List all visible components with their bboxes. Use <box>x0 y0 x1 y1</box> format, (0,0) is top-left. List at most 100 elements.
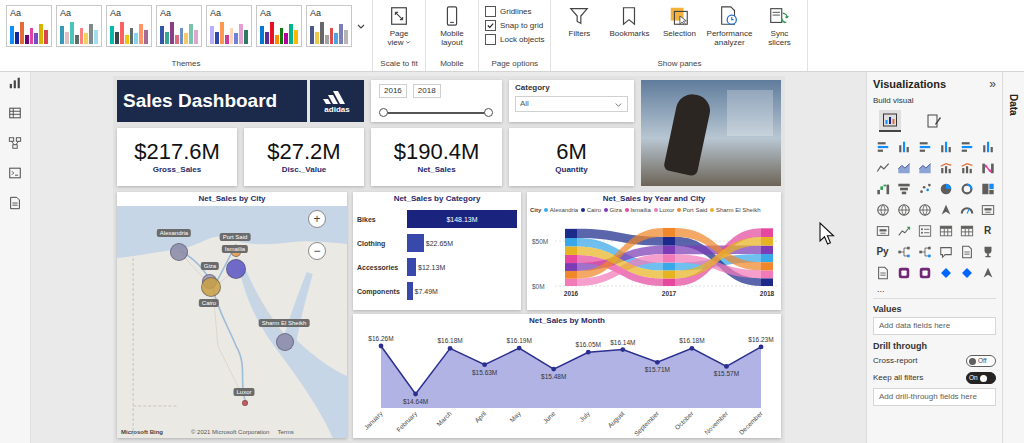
checkbox[interactable] <box>485 34 496 45</box>
ribbon-bar-segment[interactable] <box>663 237 675 246</box>
visual-type-button[interactable] <box>957 263 976 282</box>
legend-item[interactable]: Giza <box>604 206 622 214</box>
line-point[interactable] <box>551 367 556 372</box>
bar[interactable] <box>407 282 413 300</box>
visual-type-button[interactable] <box>873 200 892 219</box>
year-from-input[interactable]: 2016 <box>379 84 407 98</box>
visual-type-button[interactable] <box>873 137 892 156</box>
theme-thumbnail[interactable]: Aa <box>56 5 102 47</box>
legend-item[interactable]: Port Said <box>677 206 707 214</box>
slider-handle[interactable] <box>484 108 493 117</box>
theme-thumbnail[interactable]: Aa <box>156 5 202 47</box>
visual-type-button[interactable] <box>894 200 913 219</box>
view-button[interactable] <box>5 76 25 92</box>
visual-type-button[interactable] <box>915 179 934 198</box>
ribbon-bar-segment[interactable] <box>565 255 577 263</box>
ribbon-bar-segment[interactable] <box>663 254 675 262</box>
drill-through-field-well[interactable]: Add drill-through fields here <box>873 388 996 406</box>
visual-type-button[interactable] <box>915 158 934 177</box>
ribbon-bar-segment[interactable] <box>761 270 773 278</box>
visual-type-button[interactable] <box>915 263 934 282</box>
theme-thumbnail[interactable]: Aa <box>206 5 252 47</box>
data-pane-tab[interactable]: Data <box>1002 72 1024 443</box>
ribbon-bar-segment[interactable] <box>565 263 577 271</box>
visual-type-button[interactable] <box>957 137 976 156</box>
checkbox-row[interactable]: Gridlines <box>485 6 532 17</box>
visual-type-button[interactable] <box>936 158 955 177</box>
visual-type-button[interactable] <box>957 242 976 261</box>
visual-type-button[interactable] <box>978 242 997 261</box>
visual-type-button[interactable] <box>894 179 913 198</box>
checkbox-row[interactable]: Lock objects <box>485 34 544 45</box>
toggle-switch[interactable]: On <box>966 372 996 384</box>
checkbox[interactable] <box>485 20 496 31</box>
visual-type-button[interactable] <box>978 158 997 177</box>
theme-thumbnail[interactable]: Aa <box>6 5 52 47</box>
visual-type-button[interactable] <box>936 200 955 219</box>
visual-type-button[interactable] <box>915 221 934 240</box>
visual-type-button[interactable] <box>957 158 976 177</box>
ribbon-bar-segment[interactable] <box>663 263 675 271</box>
visual-type-button[interactable] <box>957 179 976 198</box>
ribbon-bar-segment[interactable] <box>761 237 773 246</box>
visual-type-button[interactable] <box>894 137 913 156</box>
visual-type-button[interactable] <box>915 137 934 156</box>
ribbon[interactable] <box>675 228 761 270</box>
line-point[interactable] <box>724 364 729 369</box>
theme-thumbnail[interactable]: Aa <box>306 5 352 47</box>
bar[interactable] <box>407 258 416 276</box>
legend-item[interactable]: Alexandria <box>544 206 578 214</box>
line-point[interactable] <box>586 350 591 355</box>
theme-thumbnail[interactable]: Aa <box>256 5 302 47</box>
view-button[interactable] <box>5 136 25 152</box>
visual-type-button[interactable] <box>873 158 892 177</box>
line-point[interactable] <box>690 346 695 351</box>
theme-thumbnail[interactable]: Aa <box>106 5 152 47</box>
visual-type-button[interactable] <box>936 221 955 240</box>
map-canvas[interactable]: AlexandriaPort SaidIsmailiaGizaCairoShar… <box>117 206 347 438</box>
show-pane-button[interactable]: Performance analyzer <box>707 5 751 47</box>
visual-type-button[interactable] <box>873 263 892 282</box>
year-range-slider[interactable] <box>384 108 489 118</box>
ribbon[interactable] <box>675 228 761 286</box>
visual-type-button[interactable] <box>936 242 955 261</box>
line-point[interactable] <box>413 392 418 397</box>
show-pane-button[interactable]: Sync slicers <box>757 5 801 47</box>
visual-type-button[interactable] <box>894 221 913 240</box>
ribbon[interactable] <box>675 237 761 278</box>
visual-type-button[interactable] <box>978 137 997 156</box>
ribbon-bar-segment[interactable] <box>761 262 773 270</box>
visual-type-button[interactable]: R <box>978 221 997 240</box>
values-field-well[interactable]: Add data fields here <box>873 317 996 335</box>
visual-type-button[interactable] <box>873 221 892 240</box>
legend-item[interactable]: Luxor <box>654 206 675 214</box>
ribbon[interactable] <box>577 247 663 279</box>
checkbox-row[interactable]: Snap to grid <box>485 20 543 31</box>
line-point[interactable] <box>620 347 625 352</box>
line-point[interactable] <box>379 344 384 349</box>
zoom-in-button[interactable]: + <box>308 210 326 228</box>
show-pane-button[interactable]: Selection <box>657 5 701 38</box>
show-pane-button[interactable]: Bookmarks <box>607 5 651 38</box>
ribbon-bar-segment[interactable] <box>663 278 675 286</box>
line-point[interactable] <box>759 344 764 349</box>
checkbox[interactable] <box>485 6 496 17</box>
visual-type-button[interactable] <box>978 263 997 282</box>
visual-type-button[interactable] <box>957 221 976 240</box>
ribbon-bar-segment[interactable] <box>663 228 675 237</box>
visual-type-button[interactable] <box>936 137 955 156</box>
terms-link[interactable]: Terms <box>277 428 293 436</box>
ribbon-bar-segment[interactable] <box>761 278 773 286</box>
bar[interactable]: $148.13M <box>407 210 517 228</box>
line-point[interactable] <box>482 362 487 367</box>
build-mode-tab[interactable] <box>923 110 945 132</box>
page-view-button[interactable]: Page view <box>379 5 419 47</box>
visual-type-button[interactable] <box>936 263 955 282</box>
slider-handle[interactable] <box>379 108 388 117</box>
collapse-pane-button[interactable]: » <box>989 77 996 91</box>
ribbon-bar-segment[interactable] <box>565 279 577 286</box>
legend-item[interactable]: Cairo <box>581 206 601 214</box>
chevron-down-icon[interactable] <box>356 21 366 31</box>
visual-type-button[interactable]: Py <box>873 242 892 261</box>
visual-type-button[interactable] <box>915 242 934 261</box>
